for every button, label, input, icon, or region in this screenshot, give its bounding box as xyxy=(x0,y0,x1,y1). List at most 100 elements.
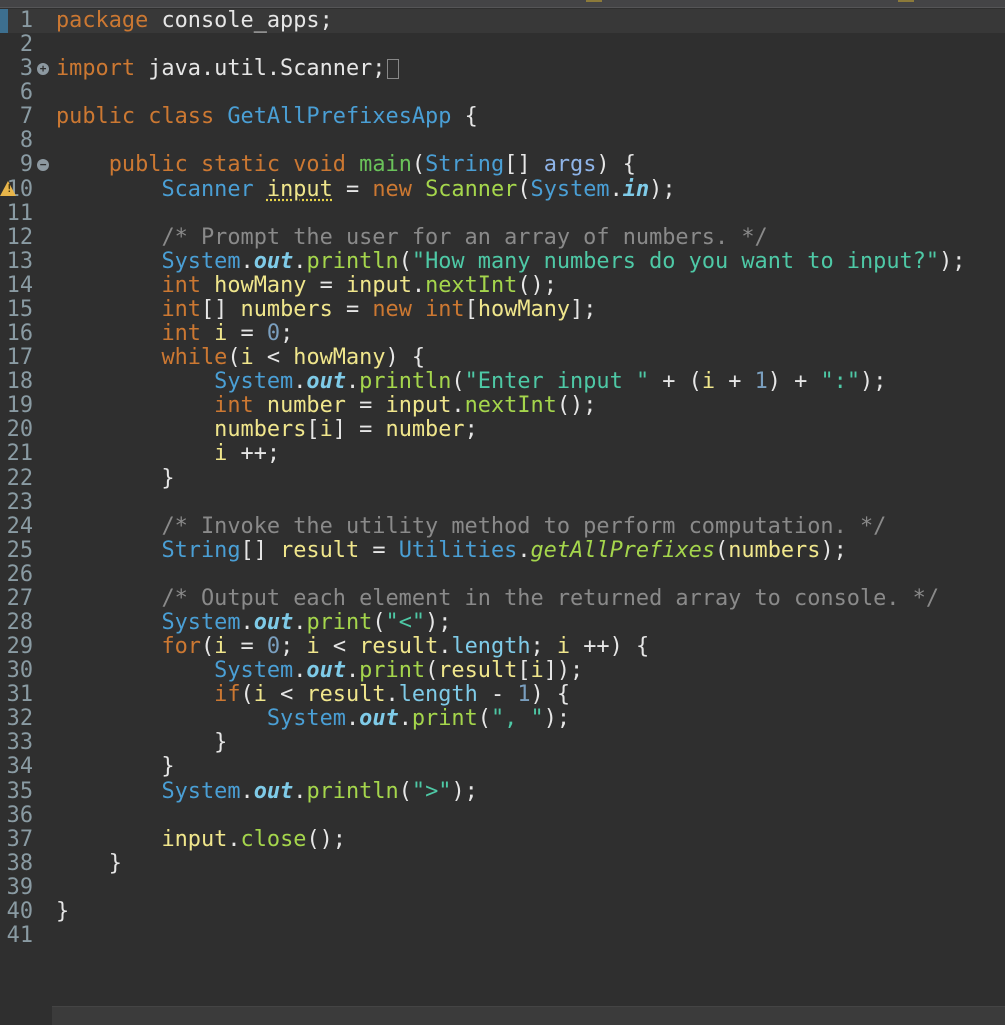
token-param: args xyxy=(543,152,597,178)
code-line[interactable]: 6 xyxy=(0,81,1005,105)
code-line[interactable]: 39 xyxy=(0,875,1005,900)
token-plain: [ xyxy=(306,417,320,443)
code-line[interactable]: 25 String[] result = Utilities.getAllPre… xyxy=(0,537,1005,563)
line-number: 9 xyxy=(19,152,33,178)
code-text: int howMany = input.nextInt(); xyxy=(56,273,556,298)
code-line[interactable]: 10 Scanner input = new Scanner(System.in… xyxy=(0,177,1005,202)
token-comment: /* Prompt the user for an array of numbe… xyxy=(161,224,768,250)
code-line[interactable]: 14 int howMany = input.nextInt(); xyxy=(0,273,1005,298)
token-local: i xyxy=(253,682,267,708)
token-plain: [ xyxy=(464,296,478,322)
code-text: System.out.println("Enter input " + (i +… xyxy=(56,370,886,394)
token-type: System xyxy=(161,610,241,635)
code-line[interactable]: 29 for(i = 0; i < result.length; i ++) { xyxy=(0,635,1005,659)
token-local: i xyxy=(240,345,254,371)
token-plain: [] xyxy=(504,152,544,178)
warning-icon[interactable] xyxy=(0,180,16,196)
token-plain: = xyxy=(332,296,373,322)
horizontal-scrollbar[interactable] xyxy=(52,1006,1005,1025)
code-text: System.out.println("How many numbers do … xyxy=(56,248,965,274)
code-line[interactable]: 11 xyxy=(0,201,1005,226)
code-line[interactable]: 21 i ++; xyxy=(0,442,1005,466)
code-line[interactable]: 20 numbers[i] = number; xyxy=(0,418,1005,442)
line-number: 25 xyxy=(6,537,33,563)
line-number: 32 xyxy=(6,706,33,732)
code-line[interactable]: 37 input.close(); xyxy=(0,826,1005,852)
token-plain: = xyxy=(227,321,267,347)
token-kw: int xyxy=(214,393,254,419)
token-mainm: main xyxy=(359,152,412,178)
token-plain: ) { xyxy=(530,682,571,708)
code-line[interactable]: 30 System.out.print(result[i]); xyxy=(0,659,1005,683)
token-plain: . xyxy=(293,778,307,804)
code-text: System.out.print("<"); xyxy=(56,611,451,635)
code-line[interactable]: 16 int i = 0; xyxy=(0,322,1005,346)
code-line[interactable]: 36 xyxy=(0,802,1005,828)
token-plain: . xyxy=(293,610,307,635)
code-line[interactable]: 33 } xyxy=(0,731,1005,755)
folded-region-indicator[interactable] xyxy=(387,59,400,80)
code-line[interactable]: 3 + import java.util.Scanner; xyxy=(0,57,1005,81)
line-number: 17 xyxy=(6,345,33,371)
code-line[interactable]: 13 System.out.println("How many numbers … xyxy=(0,248,1005,274)
token-type: String xyxy=(161,537,241,563)
token-plain: ( xyxy=(398,778,412,804)
token-plain: ; xyxy=(530,634,557,660)
code-line[interactable]: 27 /* Output each element in the returne… xyxy=(0,586,1005,611)
token-method: close xyxy=(240,826,307,852)
code-line[interactable]: 7 public class GetAllPrefixesApp { xyxy=(0,105,1005,129)
code-line[interactable]: 19 int number = input.nextInt(); xyxy=(0,394,1005,418)
token-num: 0 xyxy=(266,634,281,660)
code-line[interactable]: 23 xyxy=(0,490,1005,515)
code-text: int number = input.nextInt(); xyxy=(56,394,596,418)
line-number: 26 xyxy=(6,561,33,587)
code-editor[interactable]: 1 package console_apps; 2 3 + import java.uti… xyxy=(0,9,1005,1004)
token-plain: } xyxy=(56,898,70,924)
code-line[interactable]: 22 } xyxy=(0,466,1005,491)
code-line[interactable]: 24 /* Invoke the utility method to perfo… xyxy=(0,513,1005,539)
code-line[interactable]: 35 System.out.println(">"); xyxy=(0,778,1005,804)
line-number: 40 xyxy=(6,898,33,924)
token-method: println xyxy=(306,248,399,274)
token-plain: java.util.Scanner; xyxy=(135,56,386,82)
code-line[interactable]: 15 int[] numbers = new int[howMany]; xyxy=(0,296,1005,322)
code-line[interactable]: 38 } xyxy=(0,851,1005,876)
token-plain: ]; xyxy=(570,296,597,322)
fold-expand-icon[interactable]: + xyxy=(37,63,49,76)
code-line[interactable]: 18 System.out.println("Enter input " + (… xyxy=(0,370,1005,394)
code-line[interactable]: 26 xyxy=(0,561,1005,587)
code-line[interactable]: 32 System.out.print(", "); xyxy=(0,707,1005,731)
code-line[interactable]: 9− public static void main(String[] args… xyxy=(0,153,1005,177)
line-number: 36 xyxy=(6,802,33,828)
code-text: while(i < howMany) { xyxy=(56,346,425,370)
token-plain: console_apps; xyxy=(148,8,333,33)
code-line[interactable]: 40} xyxy=(0,898,1005,924)
overview-marker xyxy=(898,0,914,2)
token-plain: ) { xyxy=(596,152,636,178)
code-line[interactable]: 8 xyxy=(0,129,1005,153)
code-line[interactable]: 34 } xyxy=(0,755,1005,779)
token-kw: package xyxy=(56,8,149,33)
code-text: public static void main(String[] args) { xyxy=(56,153,636,177)
code-text: int[] numbers = new int[howMany]; xyxy=(56,296,597,322)
code-line[interactable]: 17 while(i < howMany) { xyxy=(0,346,1005,370)
line-number: 13 xyxy=(6,248,33,274)
code-line[interactable]: 28 System.out.print("<"); xyxy=(0,611,1005,635)
token-field: length xyxy=(451,634,531,660)
code-text: int i = 0; xyxy=(56,322,293,346)
code-line[interactable]: 41 xyxy=(0,924,1005,948)
code-line[interactable]: 1 package console_apps; xyxy=(0,9,1005,33)
line-number: 7 xyxy=(19,104,33,130)
token-comment: /* Invoke the utility method to perform … xyxy=(161,513,887,539)
token-local: result xyxy=(438,658,518,684)
token-local: number xyxy=(266,393,346,419)
code-line[interactable]: 12 /* Prompt the user for an array of nu… xyxy=(0,224,1005,250)
code-line[interactable]: 2 xyxy=(0,33,1005,57)
code-line[interactable]: 31 if(i < result.length - 1) { xyxy=(0,683,1005,707)
fold-collapse-icon[interactable]: − xyxy=(37,159,49,172)
line-number: 15 xyxy=(6,296,33,322)
